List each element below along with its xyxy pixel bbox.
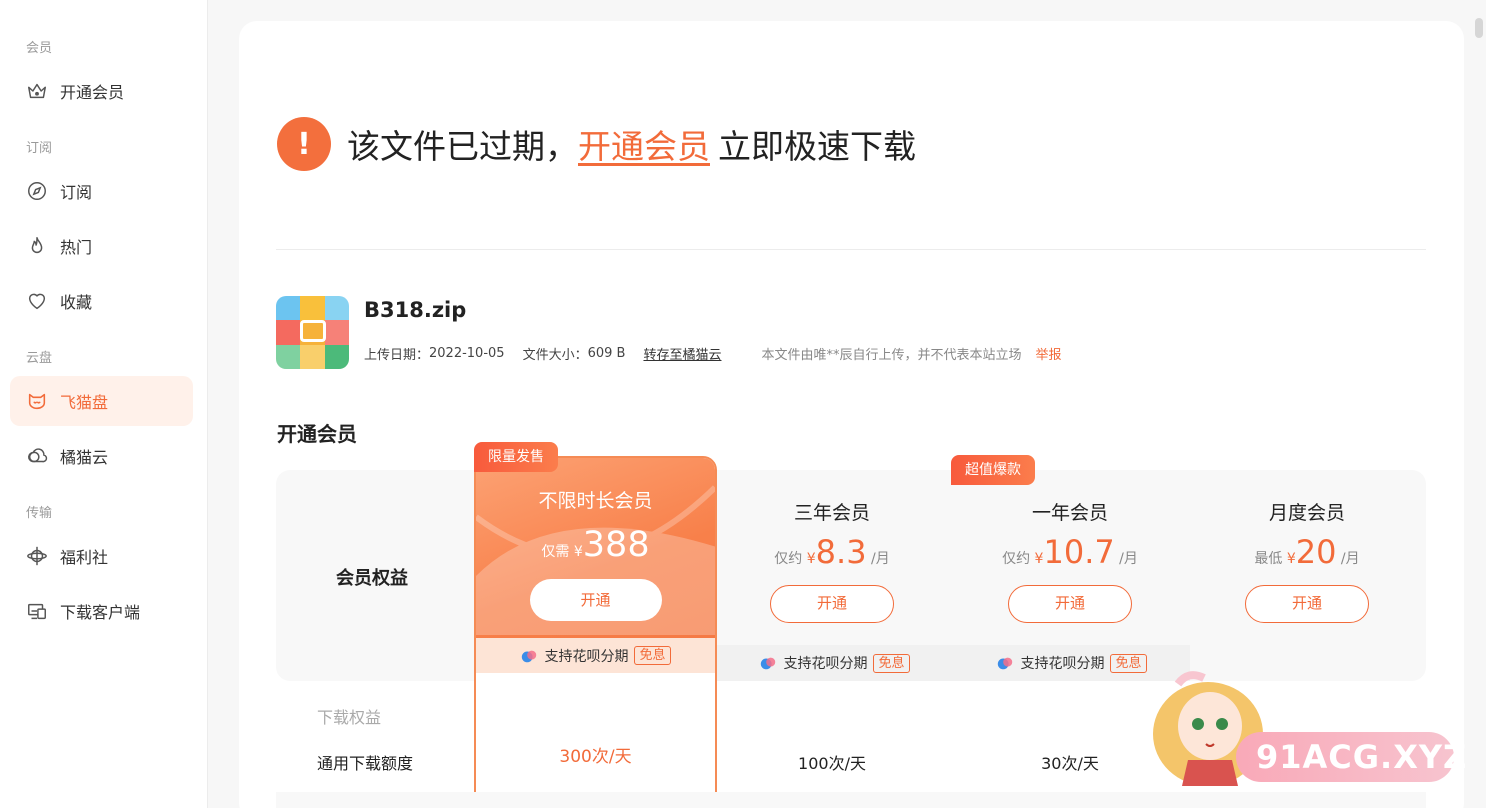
section-title: 开通会员 (277, 422, 357, 446)
sidebar-group-label: 订阅 (26, 141, 53, 156)
flame-icon (31, 237, 43, 254)
compass-icon (28, 182, 46, 200)
upload-date: 2022-10-05 (429, 346, 505, 361)
plan-name: 不限时长会员 (538, 490, 653, 512)
uploader-notice: 本文件由唯**辰自行上传，并不代表本站立场 (761, 348, 1022, 363)
plan-name: 月度会员 (1268, 502, 1345, 524)
sidebar-item-label: 福利社 (60, 548, 109, 567)
scrollbar[interactable] (1472, 0, 1486, 808)
open-vip-link[interactable]: 开通会员 (578, 120, 710, 168)
sidebar-item-label: 订阅 (60, 183, 93, 202)
sidebar-item-label: 下载客户端 (60, 603, 141, 622)
interest-free-tag: 免息 (1110, 653, 1147, 673)
planet-icon (27, 546, 47, 566)
sidebar-item-label: 橘猫云 (60, 448, 109, 467)
heart-icon (28, 293, 46, 310)
huabei-icon (761, 657, 776, 670)
plan-one-year: 一年会员 仅约 ¥10.7 /月 开通 (990, 498, 1150, 623)
sidebar-item-feimao-disk[interactable]: 飞猫盘 (10, 376, 193, 426)
sidebar-item-download-client[interactable]: 下载客户端 (10, 586, 193, 636)
huabei-icon (522, 650, 537, 662)
plan-name: 一年会员 (1031, 502, 1108, 524)
file-size: 609 B (587, 346, 626, 361)
sidebar-item-label: 收藏 (60, 293, 93, 312)
sidebar-item-subscribe[interactable]: 订阅 (10, 166, 193, 216)
report-link[interactable]: 举报 (1036, 344, 1062, 363)
divider (276, 249, 1426, 250)
plan-price: 仅约 ¥10.7 /月 (1002, 533, 1138, 571)
benefit-label: 会员权益 (336, 568, 408, 589)
limited-sale-badge: 限量发售 (474, 442, 558, 472)
huabei-installment: 支持花呗分期 免息 (476, 638, 715, 673)
plan-price: 仅需 ¥388 (541, 525, 650, 565)
plan-lifetime: 不限时长会员 仅需 ¥388 开通 支持花呗分期 免息 300次/天 (474, 456, 717, 808)
plan-name: 三年会员 (793, 502, 870, 524)
hot-deal-badge: 超值爆款 (951, 455, 1035, 485)
sidebar: 会员 开通会员 订阅 订阅 热门 收藏 云盘 飞猫盘 橘猫云 传输 福利社 下载… (0, 0, 208, 808)
download-rights-label: 下载权益 (317, 708, 382, 727)
plan-monthly: 月度会员 最低 ¥20 /月 开通 (1227, 498, 1387, 623)
sidebar-item-hot[interactable]: 热门 (10, 221, 193, 271)
plan-three-year: 三年会员 仅约 ¥8.3 /月 开通 (752, 498, 912, 623)
file-size-label: 文件大小： (522, 348, 588, 363)
open-lifetime-button[interactable]: 开通 (529, 579, 662, 621)
cloud-icon (28, 448, 48, 463)
headline-prefix: 该文件已过期， (347, 127, 578, 166)
table-row (276, 792, 1426, 808)
upload-date-label: 上传日期： (364, 348, 430, 363)
interest-free-tag: 免息 (873, 653, 910, 673)
download-quota-label: 通用下载额度 (317, 754, 414, 773)
sidebar-item-favorites[interactable]: 收藏 (10, 276, 193, 326)
sidebar-group-label: 会员 (26, 41, 53, 56)
sidebar-item-label: 飞猫盘 (60, 393, 109, 412)
open-three-year-button[interactable]: 开通 (770, 585, 894, 623)
sidebar-item-label: 热门 (60, 238, 93, 257)
cat-icon (28, 393, 46, 410)
open-one-year-button[interactable]: 开通 (1008, 585, 1132, 623)
sidebar-item-label: 开通会员 (60, 83, 125, 102)
devices-icon (28, 603, 46, 620)
zip-file-icon (276, 296, 349, 369)
sidebar-item-vip[interactable]: 开通会员 (10, 66, 193, 116)
three-year-quota: 100次/天 (798, 754, 866, 773)
huabei-icon (998, 657, 1013, 670)
file-name: B318.zip (364, 298, 467, 322)
transfer-to-cloud-link[interactable]: 转存至橘猫云 (643, 344, 721, 363)
lifetime-quota: 300次/天 (559, 747, 632, 767)
interest-free-tag: 免息 (634, 646, 671, 665)
open-monthly-button[interactable]: 开通 (1245, 585, 1369, 623)
warning-icon: ! (277, 117, 331, 171)
sidebar-group-label: 传输 (26, 506, 53, 521)
one-year-quota: 30次/天 (1041, 754, 1099, 773)
sidebar-group-label: 云盘 (26, 351, 53, 366)
sidebar-item-orange-cloud[interactable]: 橘猫云 (10, 431, 193, 481)
huabei-installment: 支持花呗分期 免息 (716, 645, 953, 681)
expired-headline: ! 该文件已过期， 开通会员 立即极速下载 (277, 116, 916, 172)
watermark-text: 91ACG.XYZ (1236, 732, 1466, 782)
file-meta: 上传日期： 2022-10-05 文件大小： 609 B 转存至橘猫云 本文件由… (364, 344, 1062, 363)
crown-icon (28, 83, 46, 99)
sidebar-item-welfare[interactable]: 福利社 (10, 531, 193, 581)
plan-price: 最低 ¥20 /月 (1254, 533, 1360, 571)
plan-price: 仅约 ¥8.3 /月 (774, 533, 890, 571)
headline-suffix: 立即极速下载 (718, 127, 916, 166)
